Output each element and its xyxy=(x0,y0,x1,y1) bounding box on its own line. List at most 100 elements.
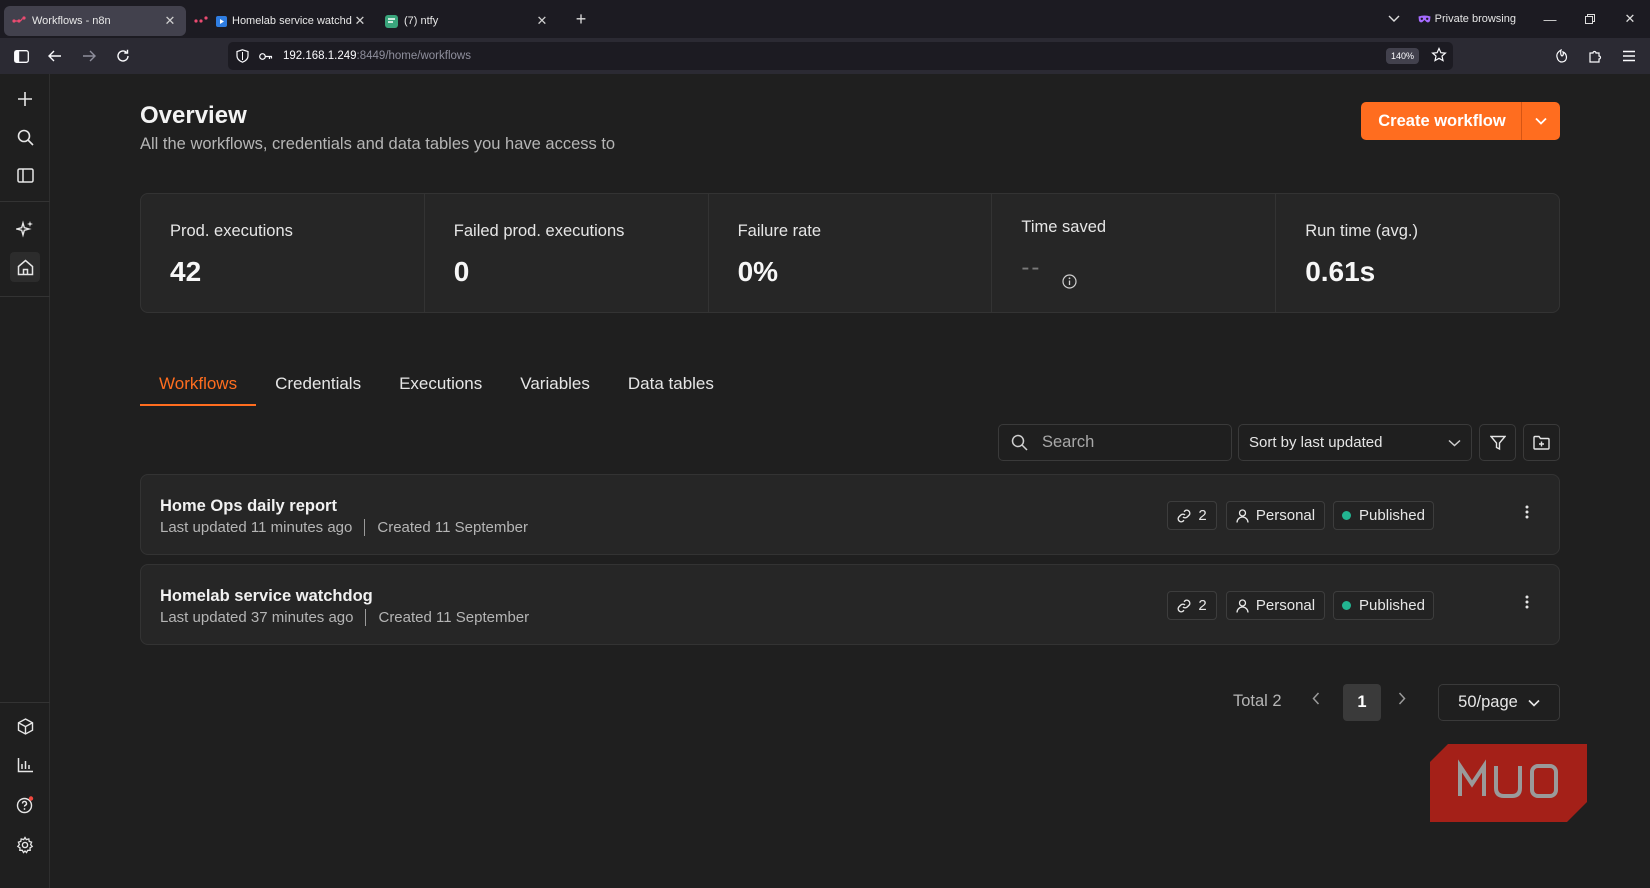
chevron-down-icon[interactable] xyxy=(1522,117,1560,125)
templates-cube-icon[interactable] xyxy=(10,711,40,741)
stat-value: 42 xyxy=(170,256,202,287)
stat-time-saved[interactable]: Time saved -- xyxy=(992,194,1277,312)
close-tab-icon[interactable]: ✕ xyxy=(162,13,178,29)
browser-tab-title: Workflows - n8n xyxy=(32,15,111,27)
chevron-down-icon xyxy=(1528,699,1540,707)
stat-label: Run time (avg.) xyxy=(1305,222,1418,240)
restore-window-icon[interactable] xyxy=(1570,0,1610,38)
sort-select[interactable]: Sort by last updated xyxy=(1238,424,1472,461)
sidebar-divider xyxy=(0,201,50,202)
url-text[interactable]: 192.168.1.249:8449/home/workflows xyxy=(283,50,471,62)
workflow-status-badge[interactable]: Published xyxy=(1333,591,1434,620)
zoom-level-badge[interactable]: 140% xyxy=(1385,48,1419,64)
stat-value: 0.61s xyxy=(1305,256,1376,287)
search-input[interactable]: Search xyxy=(998,424,1232,461)
settings-gear-icon[interactable] xyxy=(10,830,40,860)
close-window-icon[interactable]: ✕ xyxy=(1610,0,1650,38)
create-workflow-button[interactable]: Create workflow xyxy=(1361,102,1560,140)
ntfy-favicon-icon xyxy=(384,14,398,28)
workflow-card[interactable]: Homelab service watchdog Last updated 37… xyxy=(140,564,1560,645)
tab-variables[interactable]: Variables xyxy=(501,369,609,406)
workflow-card[interactable]: Home Ops daily report Last updated 11 mi… xyxy=(140,474,1560,555)
browser-nav-bar: 192.168.1.249:8449/home/workflows 140% xyxy=(0,38,1650,74)
insights-chart-icon[interactable] xyxy=(10,750,40,780)
page-size-select[interactable]: 50/page xyxy=(1438,684,1560,721)
forward-arrow-icon[interactable] xyxy=(74,41,104,71)
stat-value: 0% xyxy=(737,256,779,287)
filter-funnel-icon xyxy=(1489,435,1506,451)
tab-workflows[interactable]: Workflows xyxy=(140,369,257,406)
workflow-links-badge[interactable]: 2 xyxy=(1167,591,1217,620)
workflow-name[interactable]: Home Ops daily report xyxy=(160,497,337,516)
workflow-name[interactable]: Homelab service watchdog xyxy=(160,587,373,606)
minimize-window-icon[interactable]: — xyxy=(1530,0,1570,38)
stat-label: Prod. executions xyxy=(170,222,293,240)
tab-executions[interactable]: Executions xyxy=(380,369,501,406)
sparkles-ai-icon[interactable] xyxy=(10,214,40,244)
sidebar-toggle-icon[interactable] xyxy=(6,41,36,71)
stat-label: Failure rate xyxy=(737,222,822,240)
stat-value: -- xyxy=(1021,254,1042,281)
app-sidebar xyxy=(0,74,50,888)
workflow-meta: Last updated 11 minutes ago Created 11 S… xyxy=(160,519,528,536)
workflow-owner-badge[interactable]: Personal xyxy=(1226,591,1325,620)
browser-tab-title: (7) ntfy xyxy=(404,15,439,27)
private-browsing-label: Private browsing xyxy=(1434,13,1516,25)
more-options-icon[interactable] xyxy=(1525,595,1529,609)
more-options-icon[interactable] xyxy=(1525,505,1529,519)
create-workflow-label[interactable]: Create workflow xyxy=(1361,112,1521,131)
workflow-owner-badge[interactable]: Personal xyxy=(1226,501,1325,530)
reload-icon[interactable] xyxy=(108,41,138,71)
workflow-links-badge[interactable]: 2 xyxy=(1167,501,1217,530)
tab-data-tables[interactable]: Data tables xyxy=(609,369,733,406)
pagination-current-page[interactable]: 1 xyxy=(1343,684,1381,721)
workflow-created: Created 11 September xyxy=(378,609,530,626)
filter-button[interactable] xyxy=(1479,424,1516,461)
tab-credentials[interactable]: Credentials xyxy=(256,369,380,406)
menu-hamburger-icon[interactable] xyxy=(1614,41,1644,71)
info-icon[interactable] xyxy=(1062,274,1077,289)
browser-tab-ntfy[interactable]: (7) ntfy ✕ xyxy=(376,6,558,36)
home-icon[interactable] xyxy=(10,252,40,282)
close-tab-icon[interactable]: ✕ xyxy=(534,13,550,29)
sort-select-value: Sort by last updated xyxy=(1249,434,1383,451)
workflow-created: Created 11 September xyxy=(377,519,529,536)
list-tabs-icon[interactable] xyxy=(1380,0,1408,38)
stat-prod-executions[interactable]: Prod. executions 42 xyxy=(141,194,425,312)
n8n-favicon-icon xyxy=(194,14,208,28)
meta-divider xyxy=(364,519,366,536)
search-icon[interactable] xyxy=(10,122,40,152)
back-arrow-icon[interactable] xyxy=(40,41,70,71)
main-content: Overview All the workflows, credentials … xyxy=(50,74,1650,888)
close-tab-icon[interactable]: ✕ xyxy=(352,13,368,29)
shield-icon[interactable] xyxy=(236,49,249,63)
user-icon xyxy=(1236,508,1249,523)
url-bar[interactable]: 192.168.1.249:8449/home/workflows 140% xyxy=(228,42,1453,70)
browser-tab-workflows[interactable]: Workflows - n8n ✕ xyxy=(4,6,186,36)
stat-failed-prod-executions[interactable]: Failed prod. executions 0 xyxy=(425,194,709,312)
key-icon[interactable] xyxy=(259,52,273,61)
folder-plus-icon xyxy=(1533,435,1550,450)
search-icon xyxy=(1011,434,1028,451)
browser-tab-bar: Workflows - n8n ✕ Homelab service watchd… xyxy=(0,0,1650,38)
chevron-right-icon[interactable] xyxy=(1398,692,1406,705)
workflow-last-updated: Last updated 37 minutes ago xyxy=(160,609,354,626)
search-placeholder: Search xyxy=(1042,433,1095,451)
stat-label: Time saved xyxy=(1021,218,1107,236)
new-folder-button[interactable] xyxy=(1523,424,1560,461)
stat-run-time-avg[interactable]: Run time (avg.) 0.61s xyxy=(1276,194,1559,312)
add-icon[interactable] xyxy=(10,84,40,114)
stat-failure-rate[interactable]: Failure rate 0% xyxy=(709,194,993,312)
new-tab-button[interactable]: + xyxy=(566,4,596,34)
browser-tab-watchdog[interactable]: Homelab service watchdog ✕ xyxy=(186,6,376,36)
workflow-owner: Personal xyxy=(1255,597,1316,614)
workflow-status-badge[interactable]: Published xyxy=(1333,501,1434,530)
section-tabs: Workflows Credentials Executions Variabl… xyxy=(140,369,733,406)
media-play-icon xyxy=(214,14,228,28)
panel-toggle-icon[interactable] xyxy=(10,160,40,190)
extensions-puzzle-icon[interactable] xyxy=(1580,41,1610,71)
help-icon[interactable] xyxy=(10,790,40,820)
chevron-left-icon[interactable] xyxy=(1312,692,1320,705)
firefox-icon[interactable] xyxy=(1546,41,1576,71)
bookmark-star-icon[interactable] xyxy=(1431,47,1447,63)
